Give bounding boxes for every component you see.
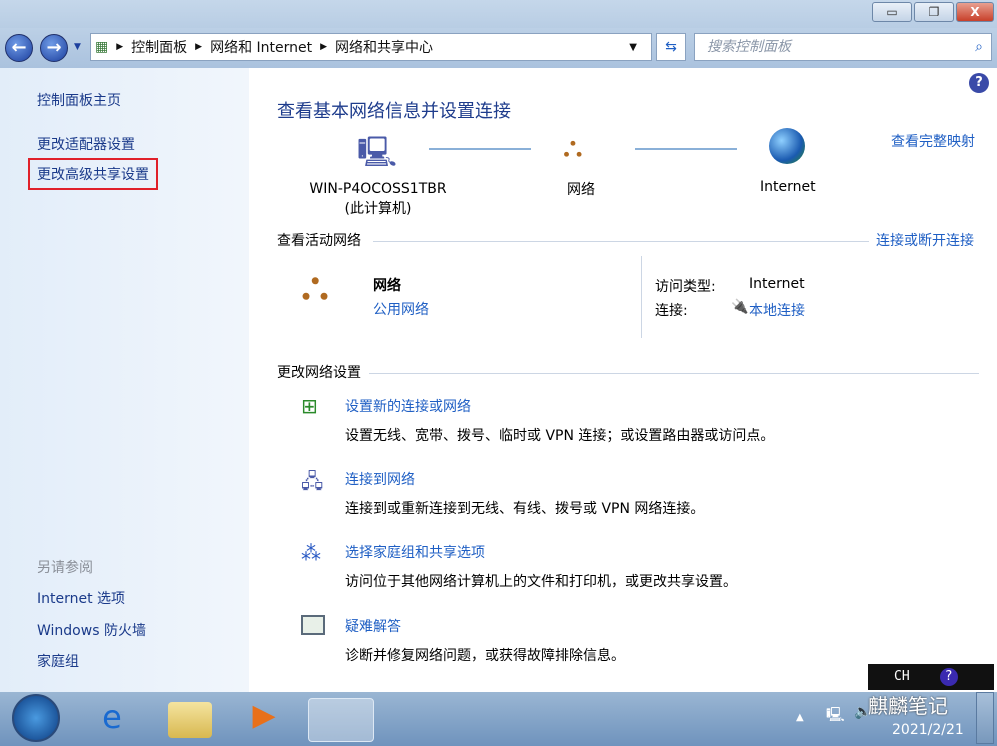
taskbar: e ▶ CH? ▲ 🖳 🔈 麒麟笔记 2021/2/21 — [0, 664, 997, 746]
map-line — [429, 148, 531, 150]
sidebar-link-internet-options[interactable]: Internet 选项 — [37, 588, 125, 608]
explorer-icon[interactable] — [168, 702, 212, 738]
forward-button[interactable]: → — [40, 34, 68, 62]
task-desc: 设置无线、宽带、拨号、临时或 VPN 连接；或设置路由器或访问点。 — [345, 428, 775, 444]
task-new-connection-link[interactable]: 设置新的连接或网络 — [345, 396, 471, 416]
task-homegroup-link[interactable]: 选择家庭组和共享选项 — [345, 542, 485, 562]
full-map-link[interactable]: 查看完整映射 — [891, 131, 975, 151]
restore-button[interactable]: ❐ — [914, 2, 954, 22]
computer-sub: (此计算机) — [344, 201, 412, 217]
ethernet-icon: 🔌 — [731, 299, 749, 315]
homegroup-icon: ⁂ — [301, 541, 321, 565]
network-type-link[interactable]: 公用网络 — [373, 299, 429, 319]
connection-label: 连接: — [655, 303, 688, 319]
map-network-label: 网络 — [567, 182, 595, 198]
bench-icon: ⛬ — [563, 130, 583, 163]
map-computer-label: WIN-P4OCOSS1TBR (此计算机) — [306, 179, 450, 219]
sidebar-item-advanced-sharing[interactable]: 更改高级共享设置 — [28, 158, 158, 190]
history-dropdown-icon[interactable]: ▼ — [74, 42, 81, 52]
sidebar-link-homegroup[interactable]: 家庭组 — [37, 651, 79, 671]
globe-icon — [769, 128, 805, 164]
control-panel-taskbar-button[interactable] — [308, 698, 374, 742]
sidebar-item-home[interactable]: 控制面板主页 — [37, 90, 121, 110]
address-bar[interactable]: ▦ ▶ 控制面板 ▶ 网络和 Internet ▶ 网络和共享中心 ▼ — [90, 33, 652, 61]
active-networks-heading: 查看活动网络 — [277, 233, 361, 249]
show-desktop-button[interactable] — [976, 692, 994, 744]
sidebar: 控制面板主页 更改适配器设置 更改高级共享设置 另请参阅 Internet 选项… — [0, 68, 249, 692]
search-input[interactable]: 搜索控制面板 ⌕ — [694, 33, 992, 61]
divider — [373, 241, 869, 242]
search-icon[interactable]: ⌕ — [975, 34, 983, 60]
media-player-icon[interactable]: ▶ — [238, 698, 290, 742]
language-indicator[interactable]: CH — [894, 669, 910, 684]
minimize-button[interactable]: ▭ — [872, 2, 912, 22]
access-type-value: Internet — [749, 276, 805, 292]
start-button[interactable] — [12, 694, 60, 742]
close-button[interactable]: X — [956, 2, 994, 22]
clock-date[interactable]: 2021/2/21 — [892, 722, 964, 738]
divider — [369, 373, 979, 374]
task-desc: 访问位于其他网络计算机上的文件和打印机，或更改共享设置。 — [345, 574, 737, 590]
page-title: 查看基本网络信息并设置连接 — [277, 101, 511, 122]
address-dropdown-icon[interactable]: ▼ — [629, 42, 637, 53]
computer-name: WIN-P4OCOSS1TBR — [309, 181, 447, 197]
title-bar: ▭ ❐ X — [0, 0, 997, 28]
local-connection-link[interactable]: 本地连接 — [749, 300, 805, 320]
language-bar[interactable]: CH? — [868, 664, 994, 690]
map-line — [635, 148, 737, 150]
connect-disconnect-link[interactable]: 连接或断开连接 — [876, 230, 974, 250]
troubleshoot-icon — [301, 615, 325, 635]
sidebar-link-firewall[interactable]: Windows 防火墙 — [37, 620, 146, 640]
see-also-heading: 另请参阅 — [37, 560, 93, 576]
help-icon[interactable]: ? — [969, 73, 989, 93]
sidebar-item-adapter[interactable]: 更改适配器设置 — [37, 134, 135, 154]
network-name: 网络 — [373, 278, 401, 294]
connect-network-icon: 🖧 — [301, 469, 324, 493]
refresh-button[interactable]: ⇆ — [656, 33, 686, 61]
computer-icon: 🖳 — [357, 135, 398, 170]
breadcrumb-item[interactable]: 控制面板 — [131, 37, 187, 57]
control-panel-icon: ▦ — [95, 39, 109, 55]
task-desc: 诊断并修复网络问题，或获得故障排除信息。 — [345, 648, 625, 664]
ie-icon[interactable]: e — [86, 698, 138, 742]
task-troubleshoot-link[interactable]: 疑难解答 — [345, 616, 401, 636]
show-hidden-icons[interactable]: ▲ — [796, 712, 804, 723]
divider — [641, 256, 642, 338]
new-connection-icon: ⊞ — [301, 394, 318, 418]
task-desc: 连接到或重新连接到无线、有线、拨号或 VPN 网络连接。 — [345, 501, 705, 517]
access-type-label: 访问类型: — [655, 279, 716, 295]
back-button[interactable]: ← — [5, 34, 33, 62]
network-bench-icon: ⛬ — [301, 263, 329, 309]
breadcrumb-item[interactable]: 网络和 Internet — [210, 37, 312, 57]
navigation-bar: ← → ▼ ▦ ▶ 控制面板 ▶ 网络和 Internet ▶ 网络和共享中心 ▼ ⇆… — [0, 28, 997, 68]
network-tray-icon[interactable]: 🖳 — [826, 704, 845, 728]
ime-help-icon[interactable]: ? — [939, 668, 958, 686]
task-connect-link[interactable]: 连接到网络 — [345, 469, 415, 489]
watermark: 麒麟笔记 — [868, 694, 948, 718]
change-settings-heading: 更改网络设置 — [277, 365, 361, 381]
map-internet-label: Internet — [760, 179, 816, 195]
breadcrumb-item[interactable]: 网络和共享中心 — [335, 37, 433, 57]
main-content: ? 查看基本网络信息并设置连接 查看完整映射 🖳 ⛬ WIN-P4OCOSS1T… — [249, 68, 997, 692]
